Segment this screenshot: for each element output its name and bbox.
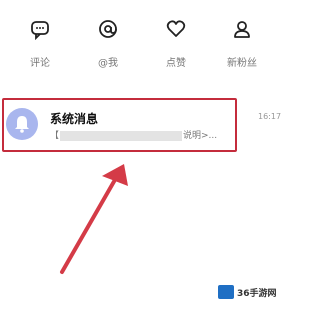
site-watermark: 36手游网: [218, 283, 277, 301]
site-logo-icon: [218, 285, 234, 299]
arrow-shaft: [60, 176, 118, 274]
annotation-arrow: [60, 164, 128, 274]
watermark-text: 36手游网: [237, 289, 277, 299]
